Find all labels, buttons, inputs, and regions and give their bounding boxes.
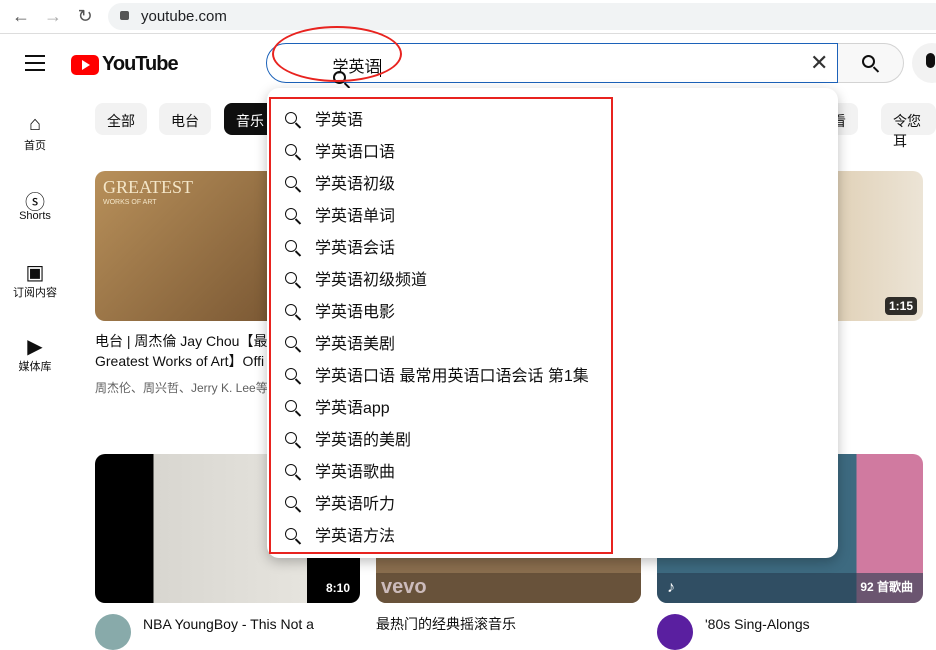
url-text: youtube.com: [141, 8, 227, 25]
sidebar-label: 媒体库: [18, 361, 52, 373]
music-note-icon: ♪: [667, 579, 675, 596]
chip-radio[interactable]: 电台: [159, 103, 211, 135]
search-button[interactable]: [838, 43, 904, 83]
subscriptions-icon: ▣: [25, 262, 45, 284]
sidebar-item-subscriptions[interactable]: ▣ 订阅内容: [0, 260, 70, 300]
sidebar-label: 首页: [24, 140, 46, 152]
lock-icon: [120, 11, 129, 20]
youtube-logo[interactable]: YouTube: [71, 53, 179, 76]
library-icon: ▶: [27, 336, 43, 358]
play-icon: [71, 54, 99, 75]
thumbnail-text: GREATEST: [103, 177, 193, 197]
sidebar-label: 订阅内容: [13, 287, 57, 299]
duration-badge: 8:10: [321, 579, 354, 597]
sidebar-item-home[interactable]: ⌂ 首页: [0, 113, 70, 153]
search-icon: [862, 55, 875, 68]
back-button[interactable]: ←: [10, 6, 32, 27]
video-meta: 周杰伦、周兴哲、Jerry K. Lee等: [95, 381, 268, 395]
logo-text: YouTube: [102, 53, 179, 75]
microphone-icon: [926, 53, 935, 68]
annotation-ellipse: [272, 26, 402, 82]
forward-button[interactable]: →: [42, 6, 64, 27]
address-bar[interactable]: youtube.com: [108, 3, 936, 30]
sidebar-item-shorts[interactable]: ⓢ Shorts: [0, 186, 70, 222]
sidebar-item-library[interactable]: ▶ 媒体库: [0, 334, 70, 374]
playlist-title[interactable]: '80s Sing-Alongs: [705, 614, 810, 634]
song-count-badge: 92 首歌曲: [860, 580, 913, 594]
chip-relax[interactable]: 令您耳: [881, 103, 936, 149]
channel-avatar[interactable]: [95, 614, 131, 650]
channel-avatar[interactable]: [657, 614, 693, 650]
reload-button[interactable]: ↻: [74, 6, 96, 27]
thumbnail-subtext: WORKS OF ART: [103, 199, 157, 206]
video-title[interactable]: 电台 | 周杰倫 Jay Chou【最 Greatest Works of Ar…: [95, 331, 270, 371]
clear-search-icon[interactable]: ✕: [810, 50, 828, 76]
duration-badge: 1:15: [884, 297, 917, 315]
chip-all[interactable]: 全部: [95, 103, 147, 135]
video-title[interactable]: 最热门的经典摇滚音乐: [376, 614, 516, 634]
vevo-logo: vevo: [381, 576, 427, 598]
video-title[interactable]: NBA YoungBoy - This Not a: [143, 614, 314, 634]
shorts-icon: ⓢ: [25, 192, 45, 214]
home-icon: ⌂: [28, 113, 42, 135]
menu-icon[interactable]: [25, 55, 45, 76]
annotation-rectangle: [269, 97, 613, 554]
sidebar-label: Shorts: [19, 210, 51, 222]
voice-search-button[interactable]: [912, 43, 936, 83]
browser-toolbar: ← → ↻ youtube.com: [0, 0, 936, 34]
